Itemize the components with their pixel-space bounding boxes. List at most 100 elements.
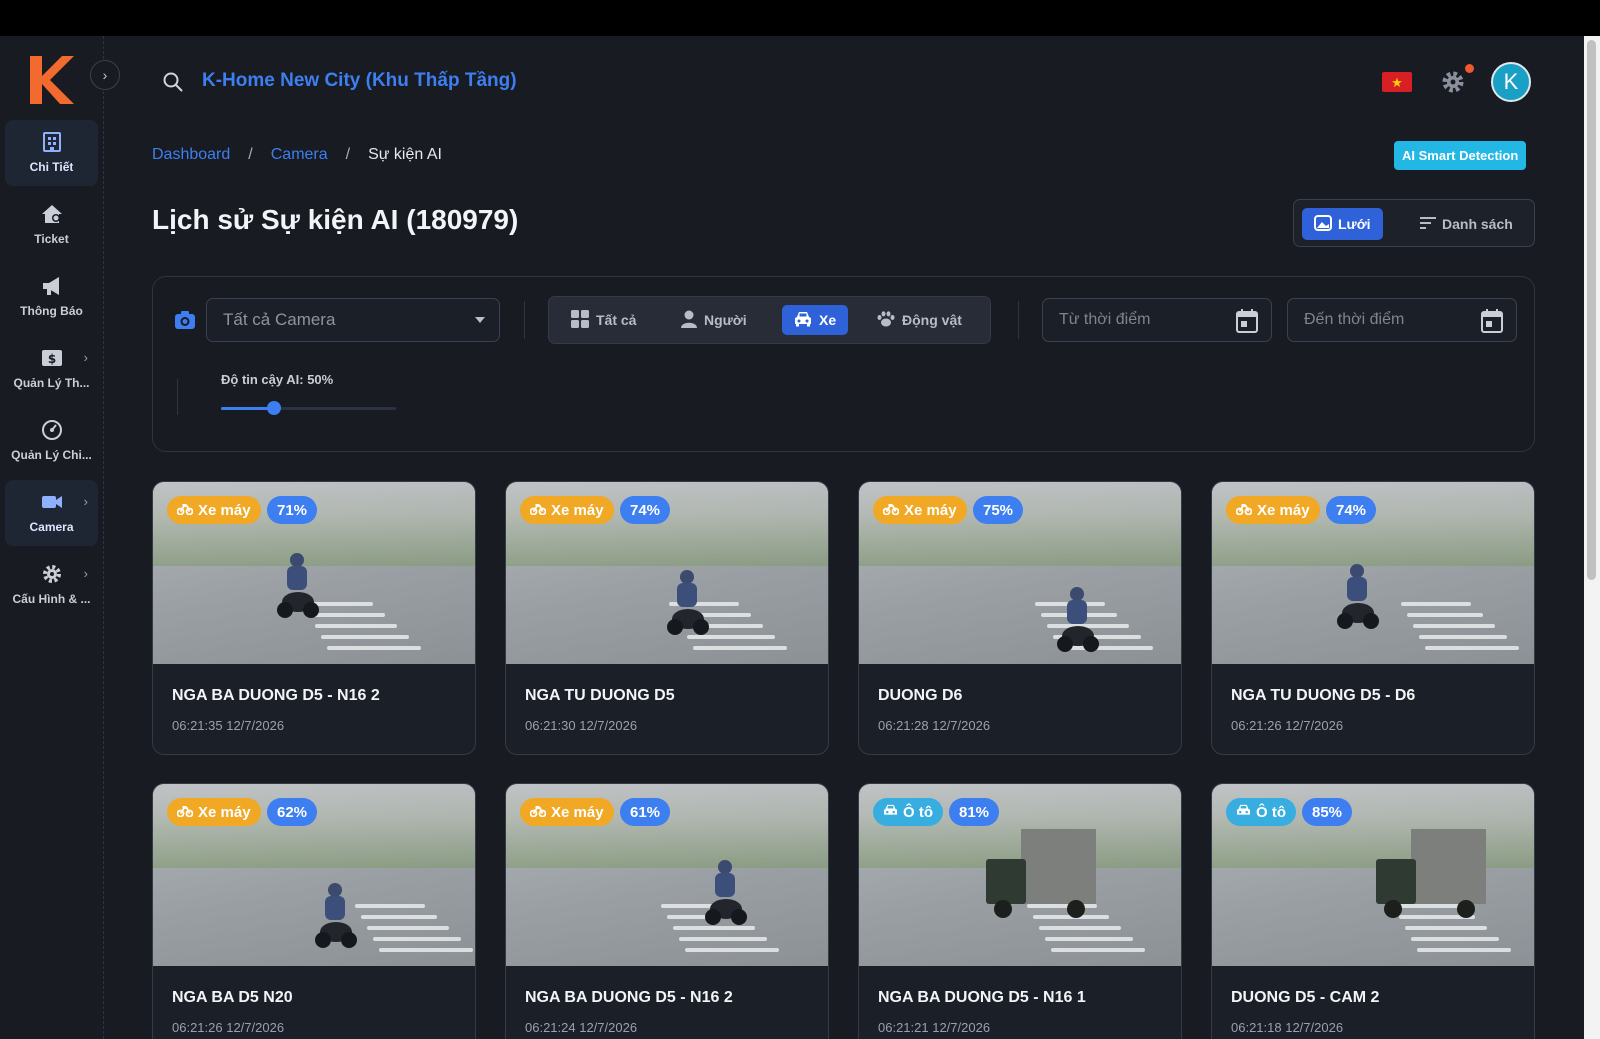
filter-person-button[interactable]: Người [669,305,759,335]
breadcrumb-separator: / [248,146,253,163]
confidence-chip: 81% [949,798,1000,826]
event-camera-name: NGA TU DUONG D5 [525,687,675,704]
event-timestamp: 06:21:18 12/7/2026 [1231,1020,1344,1035]
confidence-chip: 71% [267,496,318,524]
confidence-chip: 75% [973,496,1024,524]
event-timestamp: 06:21:35 12/7/2026 [172,718,285,733]
sidebar-item-ticket[interactable]: Ticket [5,192,98,258]
view-toggle: Lưới Danh sách [1293,199,1535,247]
event-timestamp: 06:21:21 12/7/2026 [878,1020,991,1035]
event-snapshot[interactable]: Ô tô 85% [1212,784,1534,966]
event-type-chip: Xe máy [167,798,261,826]
page-scrollbar[interactable] [1584,36,1600,1039]
sidebar-collapse-button[interactable]: › [90,60,120,90]
sidebar-item-camera[interactable]: Camera › [5,480,98,546]
event-snapshot[interactable]: Ô tô 81% [859,784,1181,966]
list-icon [1420,216,1436,233]
sidebar-item-quan-ly-thu[interactable]: $ Quản Lý Th... › [5,336,98,402]
scrollbar-thumb[interactable] [1587,40,1596,580]
search-icon[interactable] [163,72,183,97]
event-snapshot[interactable]: Xe máy 62% [153,784,475,966]
event-type-label: Xe máy [198,501,251,519]
calendar-icon[interactable] [1236,309,1258,338]
sidebar-item-label: Ticket [34,232,69,246]
event-camera-name: NGA BA DUONG D5 - N16 2 [525,989,733,1006]
event-card[interactable]: Ô tô 81% NGA BA DUONG D5 - N16 1 06:21:2… [858,783,1182,1039]
app-logo[interactable] [28,54,74,104]
paw-icon [877,310,895,330]
filter-all-button[interactable]: Tất cả [559,305,648,335]
user-avatar[interactable]: K [1491,62,1531,102]
event-type-chip: Ô tô [873,798,943,826]
confidence-chip: 62% [267,798,318,826]
breadcrumb-separator: / [345,146,351,163]
to-date-input[interactable]: Đến thời điểm [1287,298,1517,342]
motorbike-icon [529,502,547,519]
divider [1018,301,1019,339]
event-card[interactable]: Xe máy 74% NGA TU DUONG D5 06:21:30 12/7… [505,481,829,755]
event-type-label: Xe máy [551,501,604,519]
chevron-right-icon: › [83,566,88,581]
confidence-chip: 61% [620,798,671,826]
event-card[interactable]: Xe máy 61% NGA BA DUONG D5 - N16 2 06:21… [505,783,829,1039]
car-icon [1236,804,1251,821]
confidence-slider[interactable] [221,401,396,415]
window-top-bar [0,0,1600,36]
camera-select[interactable]: Tất cả Camera [206,298,500,342]
sidebar-item-cau-hinh[interactable]: Cấu Hình & ... › [5,552,98,618]
language-flag-icon[interactable]: ★ [1382,72,1412,92]
calendar-icon[interactable] [1481,309,1503,338]
confidence-chip: 74% [1326,496,1377,524]
grid-view-button[interactable]: Lưới [1302,208,1383,240]
list-view-button[interactable]: Danh sách [1408,208,1525,240]
settings-gear-icon[interactable] [1441,70,1465,99]
confidence-chip: 74% [620,496,671,524]
filter-vehicle-button[interactable]: Xe [782,305,849,335]
gauge-icon [40,418,64,442]
sidebar-item-chi-tiet[interactable]: Chi Tiết [5,120,98,186]
event-timestamp: 06:21:30 12/7/2026 [525,718,638,733]
event-card[interactable]: Xe máy 71% NGA BA DUONG D5 - N16 2 06:21… [152,481,476,755]
event-card[interactable]: Xe máy 62% NGA BA D5 N20 06:21:26 12/7/2… [152,783,476,1039]
breadcrumb-camera[interactable]: Camera [271,146,328,164]
event-snapshot[interactable]: Xe máy 75% [859,482,1181,664]
event-card[interactable]: Xe máy 75% DUONG D6 06:21:28 12/7/2026 [858,481,1182,755]
video-camera-icon [40,490,64,514]
event-camera-name: DUONG D6 [878,687,963,704]
divider [177,379,178,415]
sidebar-item-label: Camera [29,520,74,534]
event-type-chip: Xe máy [520,798,614,826]
event-camera-name: DUONG D5 - CAM 2 [1231,989,1380,1006]
event-camera-name: NGA BA DUONG D5 - N16 1 [878,989,1086,1006]
event-camera-name: NGA BA DUONG D5 - N16 2 [172,687,380,704]
motorbike-icon [882,502,900,519]
event-type-chip: Xe máy [520,496,614,524]
event-type-label: Xe máy [551,803,604,821]
event-type-label: Xe máy [1257,501,1310,519]
sidebar-item-label: Chi Tiết [29,160,74,174]
from-date-input[interactable]: Từ thời điểm [1042,298,1272,342]
site-title[interactable]: K-Home New City (Khu Thấp Tầng) [202,70,517,92]
event-type-chip: Xe máy [1226,496,1320,524]
grid-icon [571,309,589,331]
breadcrumb-dashboard[interactable]: Dashboard [152,146,230,164]
event-snapshot[interactable]: Xe máy 74% [1212,482,1534,664]
sidebar-item-thong-bao[interactable]: Thông Báo [5,264,98,330]
sidebar-item-label: Quản Lý Chi... [11,448,92,462]
house-icon [40,202,64,226]
event-snapshot[interactable]: Xe máy 74% [506,482,828,664]
event-type-label: Ô tô [1256,803,1286,821]
event-card[interactable]: Xe máy 74% NGA TU DUONG D5 - D6 06:21:26… [1211,481,1535,755]
breadcrumb: Dashboard / Camera / Sự kiện AI [152,146,442,164]
event-snapshot[interactable]: Xe máy 71% [153,482,475,664]
sidebar-item-label: Cấu Hình & ... [12,592,91,606]
event-snapshot[interactable]: Xe máy 61% [506,784,828,966]
confidence-chip: 85% [1302,798,1353,826]
event-card[interactable]: Ô tô 85% DUONG D5 - CAM 2 06:21:18 12/7/… [1211,783,1535,1039]
confidence-slider-thumb[interactable] [266,401,281,415]
ai-smart-detection-badge: AI Smart Detection [1394,141,1527,170]
sidebar-item-quan-ly-chi[interactable]: Quản Lý Chi... [5,408,98,474]
image-icon [1314,214,1332,234]
event-timestamp: 06:21:26 12/7/2026 [172,1020,285,1035]
filter-animal-button[interactable]: Động vật [865,305,974,335]
